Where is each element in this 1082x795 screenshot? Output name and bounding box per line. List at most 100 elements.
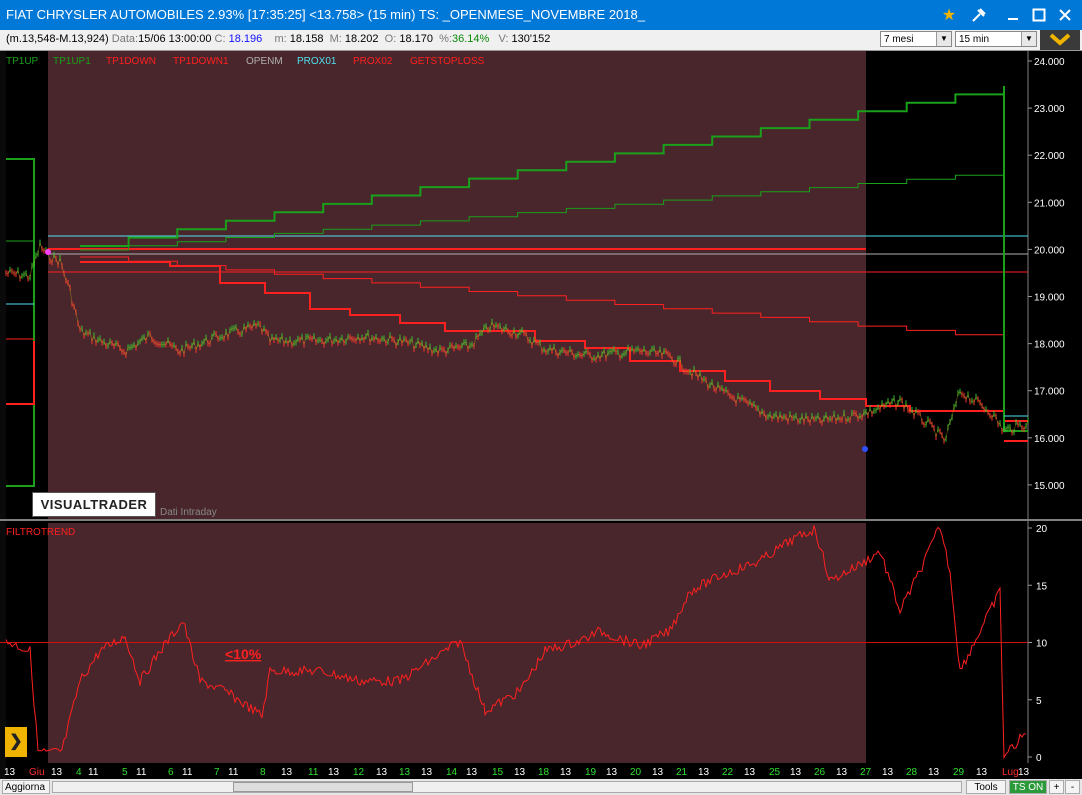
chart-canvas[interactable]: TP1UP TP1UP1 TP1DOWN TP1DOWN1 OPENM PROX01 PRO… (0, 51, 1082, 779)
chevron-down-icon[interactable]: ▼ (936, 32, 951, 46)
price-tick-label: 22.000 (1034, 151, 1065, 162)
tp1up-right (1003, 86, 1028, 432)
time-axis-label: 13 (976, 767, 988, 778)
timeframe-select[interactable]: 15 min ▼ (955, 31, 1037, 47)
time-axis-label: 13 (328, 767, 340, 778)
tp1down-left (6, 341, 35, 405)
period-select[interactable]: 7 mesi ▼ (880, 31, 952, 47)
legend-item-prox02: PROX02 (353, 56, 393, 67)
time-axis-label: 11 (228, 767, 239, 778)
horizontal-scrollbar[interactable] (52, 781, 962, 793)
highlight-region-price (48, 51, 866, 519)
time-axis-label: 5 (122, 767, 128, 778)
price-tick-label: 23.000 (1034, 104, 1065, 115)
min-value: 18.158 (289, 33, 324, 45)
maximize-icon[interactable] (1028, 5, 1050, 25)
data-source-label: Dati Intraday (160, 507, 217, 518)
time-axis-label: 26 (814, 767, 826, 778)
time-axis-label: 13 (882, 767, 894, 778)
indicator-tick-label: 5 (1036, 696, 1042, 707)
time-axis-label: Lug (1002, 767, 1019, 778)
price-tick-label: 21.000 (1034, 198, 1065, 209)
time-axis-label: 13 (1018, 767, 1030, 778)
time-axis-label: 28 (906, 767, 918, 778)
entry-marker-icon (45, 249, 51, 255)
chart-legend: TP1UP TP1UP1 TP1DOWN TP1DOWN1 OPENM PROX01 PRO… (6, 56, 485, 67)
price-tick-label: 15.000 (1034, 481, 1065, 492)
price-tick-label: 19.000 (1034, 293, 1065, 304)
pct-value: 36.14% (451, 33, 490, 45)
time-axis-label: 13 (560, 767, 572, 778)
apply-checkmark-button[interactable] (1040, 30, 1080, 50)
close-icon[interactable] (1054, 5, 1076, 25)
date-label: Data: (111, 33, 139, 45)
time-axis-label: 21 (676, 767, 688, 778)
visualtrader-logo: VISUALTRADER (32, 492, 156, 517)
min-label: m: (274, 33, 287, 45)
time-axis-label: 13 (698, 767, 710, 778)
title-bar: FIAT CHRYSLER AUTOMOBILES 2.93% [17:35:2… (0, 0, 1082, 30)
threshold-annotation: <10% (225, 646, 262, 662)
price-tick-label: 16.000 (1034, 434, 1065, 445)
time-axis-label: 13 (606, 767, 618, 778)
time-axis-label: 15 (492, 767, 504, 778)
time-axis-label: 13 (790, 767, 802, 778)
max-value: 18.202 (344, 33, 379, 45)
close-value: 18.196 (228, 33, 263, 45)
tp1up-left (6, 158, 35, 487)
time-axis-label: 25 (769, 767, 781, 778)
pct-label: %: (439, 33, 452, 45)
volume-value: 130'152 (511, 33, 551, 45)
time-axis-label: 11 (308, 767, 319, 778)
time-axis-label: 19 (585, 767, 597, 778)
open-value: 18.170 (399, 33, 433, 45)
price-tick-label: 20.000 (1034, 245, 1065, 256)
tp1up1-left (6, 240, 35, 351)
time-axis-label: 27 (860, 767, 872, 778)
tools-button[interactable]: Tools (966, 780, 1006, 794)
indicator-tick-label: 0 (1036, 753, 1042, 764)
time-axis-label: 13 (836, 767, 848, 778)
time-axis-label: 13 (514, 767, 526, 778)
chart-area[interactable]: TP1UP TP1UP1 TP1DOWN TP1DOWN1 OPENM PROX01 PRO… (0, 51, 1082, 779)
max-label: M: (329, 33, 342, 45)
volume-label: V: (498, 33, 509, 45)
signal-marker-icon (862, 446, 868, 452)
indicator-tick-label: 15 (1036, 581, 1048, 592)
quote-info-bar: (m.13,548-M.13,924) Data:15/06 13:00:00 … (0, 30, 1082, 51)
time-axis-label: 13 (744, 767, 756, 778)
time-axis-label: 22 (722, 767, 734, 778)
zoom-out-button[interactable]: - (1065, 780, 1080, 794)
time-axis-label: 11 (182, 767, 193, 778)
quote-info: (m.13,548-M.13,924) Data:15/06 13:00:00 … (6, 33, 550, 45)
pin-tool-icon[interactable] (968, 5, 990, 25)
timeframe-value: 15 min (959, 34, 990, 45)
chevron-down-icon[interactable]: ▼ (1021, 32, 1036, 46)
time-axis-label: 11 (136, 767, 147, 778)
price-tick-label: 18.000 (1034, 340, 1065, 351)
date-value: 15/06 13:00:00 (138, 33, 212, 45)
time-axis-label: 13 (281, 767, 293, 778)
bottom-toolbar: Aggiorna Tools TS ON + - (0, 779, 1082, 795)
time-axis-label: 6 (168, 767, 174, 778)
price-tick-label: 17.000 (1034, 387, 1065, 398)
minimize-icon[interactable] (1002, 5, 1024, 25)
refresh-button[interactable]: Aggiorna (2, 780, 50, 794)
time-axis-label: 13 (376, 767, 388, 778)
scrollbar-thumb[interactable] (233, 782, 413, 792)
legend-item-tp1up1: TP1UP1 (53, 56, 91, 67)
time-axis: 13 Giu 13 4 11 5 11 6 11 7 11 8 13 11 13 12 13 13 13 14 13 15… (4, 767, 1030, 778)
time-axis-label: 11 (88, 767, 99, 778)
open-label: O: (384, 33, 397, 45)
time-axis-label: 13 (421, 767, 433, 778)
time-axis-label: 18 (538, 767, 550, 778)
time-axis-label: 12 (353, 767, 365, 778)
indicator-tick-label: 10 (1036, 639, 1048, 650)
legend-item-prox01: PROX01 (297, 56, 337, 67)
zoom-in-button[interactable]: + (1049, 780, 1064, 794)
favorite-star-icon[interactable]: ★ (938, 5, 960, 25)
time-axis-label: 14 (446, 767, 458, 778)
expand-panel-button[interactable]: ❯ (5, 727, 27, 757)
time-axis-label: Giu (29, 767, 45, 778)
ts-on-toggle[interactable]: TS ON (1009, 780, 1047, 794)
